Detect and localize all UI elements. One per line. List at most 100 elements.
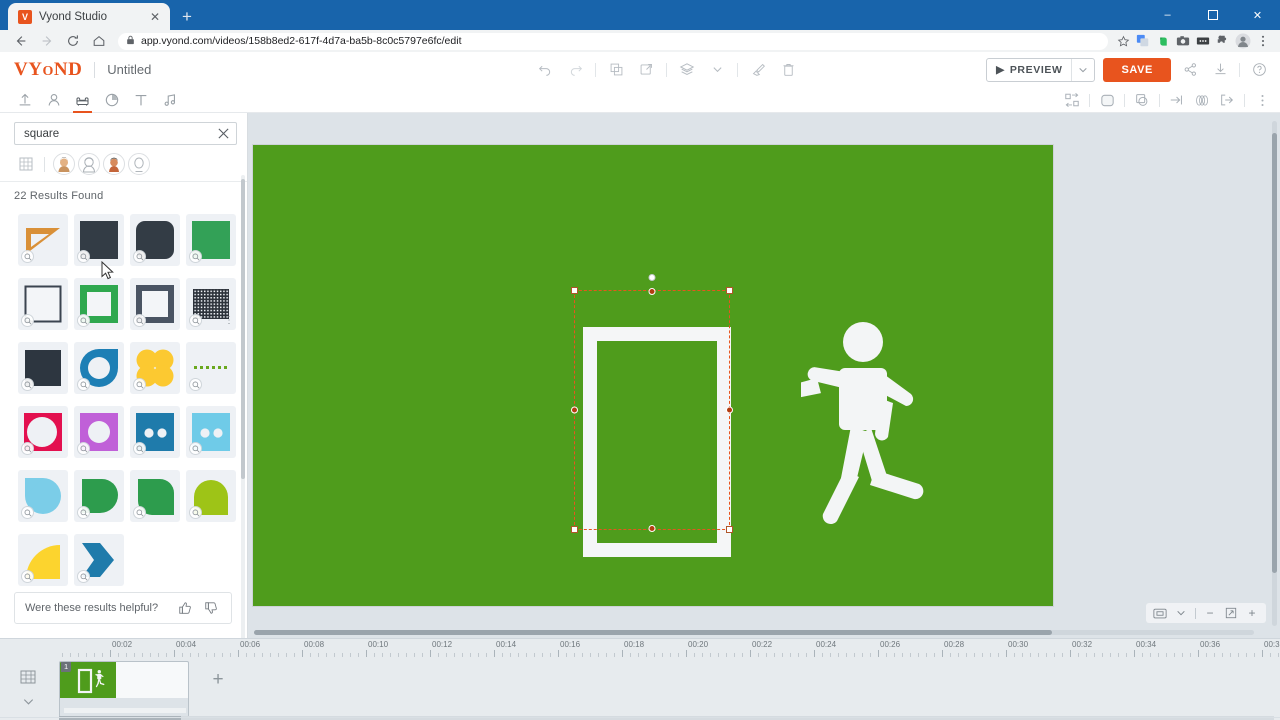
vyond-logo[interactable]: VYOND	[14, 59, 82, 81]
asset-zoom-icon[interactable]	[77, 250, 90, 263]
asset-zoom-icon[interactable]	[21, 378, 34, 391]
asset-zoom-icon[interactable]	[189, 250, 202, 263]
asset-zoom-icon[interactable]	[189, 506, 202, 519]
asset-lightblue-two-dots[interactable]	[186, 406, 236, 458]
puzzle-icon[interactable]	[1214, 32, 1232, 50]
library-scrollbar-thumb[interactable]	[241, 179, 245, 479]
asset-dark-square[interactable]	[74, 214, 124, 266]
forward-icon[interactable]	[34, 30, 60, 52]
asset-cell[interactable]	[15, 464, 71, 528]
asset-cell[interactable]	[71, 208, 127, 272]
asset-cell[interactable]	[71, 272, 127, 336]
mask-icon[interactable]	[1130, 88, 1154, 112]
zoom-preset-caret-icon[interactable]	[1171, 603, 1191, 623]
document-title[interactable]: Untitled	[107, 62, 151, 77]
resize-handle-bottom-left[interactable]	[571, 526, 578, 533]
asset-cell[interactable]	[127, 336, 183, 400]
canvas-stage[interactable]: − +	[248, 113, 1280, 638]
resize-handle-bottom-right[interactable]	[726, 526, 733, 533]
zoom-out-button[interactable]: −	[1200, 603, 1220, 623]
upload-tab[interactable]	[10, 87, 39, 113]
asset-dark-square-2[interactable]	[18, 342, 68, 394]
copy-button[interactable]	[601, 55, 631, 85]
style-whiteboard-filter[interactable]	[103, 153, 125, 175]
asset-cell[interactable]	[15, 208, 71, 272]
asset-green-outline-square[interactable]	[74, 278, 124, 330]
asset-zoom-icon[interactable]	[77, 506, 90, 519]
asset-zoom-icon[interactable]	[133, 442, 146, 455]
asset-cell[interactable]	[127, 208, 183, 272]
asset-zoom-icon[interactable]	[133, 314, 146, 327]
style-outline-filter[interactable]	[128, 153, 150, 175]
download-icon[interactable]	[1209, 59, 1231, 81]
swap-icon[interactable]	[1060, 88, 1084, 112]
asset-green-drop[interactable]	[74, 470, 124, 522]
chevron-down-icon[interactable]	[17, 690, 39, 712]
add-scene-button[interactable]: +	[194, 661, 242, 699]
asset-zoom-icon[interactable]	[189, 378, 202, 391]
stage-vscrollbar-thumb[interactable]	[1272, 133, 1277, 573]
save-button[interactable]: SAVE	[1103, 57, 1171, 82]
asset-cell[interactable]	[127, 272, 183, 336]
redo-button[interactable]	[560, 55, 590, 85]
exit-effect-icon[interactable]	[1215, 88, 1239, 112]
asset-zoom-icon[interactable]	[21, 314, 34, 327]
profile-avatar-icon[interactable]	[1234, 32, 1252, 50]
asset-blue-chevron[interactable]	[74, 534, 124, 586]
asset-more-icon[interactable]: ⋮	[224, 314, 234, 328]
more-menu-icon[interactable]	[1250, 88, 1274, 112]
minimize-button[interactable]: –	[1145, 0, 1190, 30]
charts-tab[interactable]	[97, 87, 126, 113]
duplicate-button[interactable]	[631, 55, 661, 85]
motion-effect-icon[interactable]	[1190, 88, 1214, 112]
running-person-prop[interactable]	[801, 310, 951, 540]
asset-cell[interactable]	[71, 336, 127, 400]
resize-handle-top-center[interactable]	[648, 288, 656, 295]
share-icon[interactable]	[1179, 59, 1201, 81]
asset-dark-rounded-square[interactable]	[130, 214, 180, 266]
new-tab-button[interactable]: +	[174, 4, 200, 30]
asset-cell[interactable]	[71, 528, 127, 592]
characters-tab[interactable]	[39, 87, 68, 113]
clear-search-icon[interactable]	[214, 125, 232, 143]
format-paint-button[interactable]	[743, 55, 773, 85]
zoom-fit-button[interactable]	[1221, 603, 1241, 623]
asset-zoom-icon[interactable]	[133, 250, 146, 263]
bookmark-star-icon[interactable]	[1114, 32, 1132, 50]
asset-lightblue-drop[interactable]	[18, 470, 68, 522]
background-color-icon[interactable]	[1095, 88, 1119, 112]
asset-crimson-circle-square[interactable]	[18, 406, 68, 458]
asset-green-square[interactable]	[186, 214, 236, 266]
asset-cell[interactable]	[183, 464, 239, 528]
text-tab[interactable]	[126, 87, 155, 113]
tab-close-icon[interactable]: ✕	[148, 10, 162, 24]
stage-hscrollbar-thumb[interactable]	[254, 630, 1052, 635]
resize-handle-middle-left[interactable]	[571, 406, 578, 414]
asset-cell[interactable]	[15, 528, 71, 592]
asset-zoom-icon[interactable]	[133, 378, 146, 391]
asset-green-dotted-line[interactable]	[186, 342, 236, 394]
delete-button[interactable]	[773, 55, 803, 85]
props-tab[interactable]	[68, 87, 97, 113]
help-circle-icon[interactable]	[1248, 59, 1270, 81]
asset-cell[interactable]	[127, 464, 183, 528]
rotate-handle[interactable]	[648, 274, 656, 281]
style-contemporary-filter[interactable]	[53, 153, 75, 175]
address-bar[interactable]: app.vyond.com/videos/158b8ed2-617f-4d7a-…	[118, 32, 1108, 50]
layers-button[interactable]	[672, 55, 702, 85]
grid-view-icon[interactable]	[16, 154, 36, 174]
preview-button[interactable]: ▶ PREVIEW	[986, 57, 1096, 82]
asset-thin-outline-square[interactable]	[18, 278, 68, 330]
asset-zoom-icon[interactable]	[21, 506, 34, 519]
resize-handle-top-right[interactable]	[726, 287, 733, 294]
camera-icon[interactable]	[1174, 32, 1192, 50]
preview-caret-icon[interactable]	[1072, 59, 1094, 81]
asset-yellow-quatrefoil[interactable]	[130, 342, 180, 394]
asset-zoom-icon[interactable]	[77, 378, 90, 391]
asset-mesh-grid[interactable]: ⋮	[186, 278, 236, 330]
screen-icon[interactable]	[1194, 32, 1212, 50]
asset-blue-two-dots[interactable]	[130, 406, 180, 458]
thumbs-down-icon[interactable]	[201, 598, 221, 618]
style-business-friendly-filter[interactable]	[78, 153, 100, 175]
asset-purple-circle-square[interactable]	[74, 406, 124, 458]
